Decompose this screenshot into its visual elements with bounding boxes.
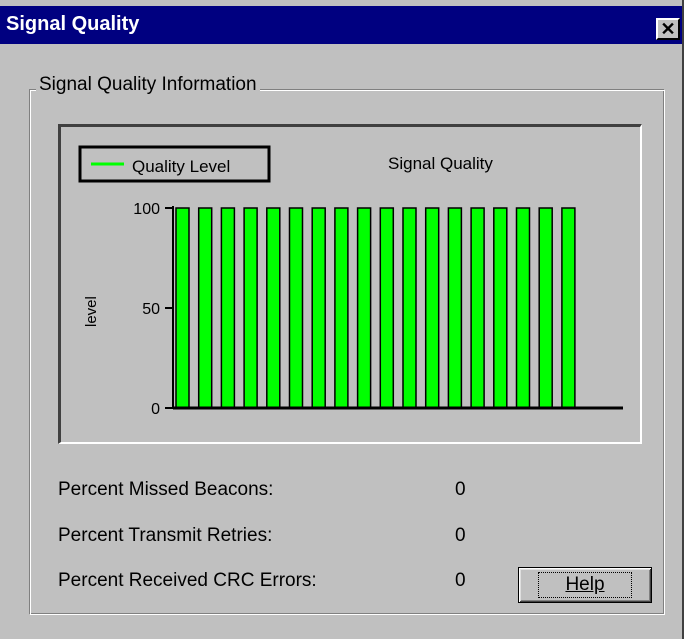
chart-marks: 100 50 0 [133,201,623,418]
bar [197,207,213,409]
y-tick-label: 50 [142,301,160,318]
signal-quality-chart: Quality Level Signal Quality level 100 50… [78,145,623,418]
transmit-retries-value: 0 [455,525,466,546]
group-label: Signal Quality Information [36,74,260,96]
y-tick-label: 0 [151,401,160,418]
bar [493,207,508,409]
chart-title: Signal Quality [388,154,493,173]
bar [266,207,281,409]
y-axis-label: level [83,296,100,327]
bar [402,207,417,409]
chart-frame: Quality Level Signal Quality level 100 50… [58,124,642,444]
bar [334,207,349,409]
bar [538,207,553,409]
bar [288,207,304,409]
signal-quality-dialog: Signal Quality ✕ Signal Quality Informat… [0,0,684,639]
window-title: Signal Quality [6,13,140,35]
missed-beacons-value: 0 [455,479,466,500]
legend-label: Quality Level [132,157,230,176]
bar [356,207,372,409]
bar [447,207,463,409]
missed-beacons-label: Percent Missed Beacons: [58,479,274,500]
crc-errors-value: 0 [455,570,466,591]
help-button[interactable]: Help [518,567,652,603]
bar [175,207,190,409]
y-tick-label: 100 [133,201,160,218]
crc-errors-label: Percent Received CRC Errors: [58,570,317,591]
bar [470,207,485,409]
bar [515,207,531,409]
bar [379,207,395,409]
bar [311,207,326,409]
bar [561,207,576,409]
bar [243,207,258,409]
bar [220,207,236,409]
close-icon: ✕ [660,19,676,39]
help-button-label: Help [538,572,632,598]
title-bar[interactable]: Signal Quality ✕ [0,6,682,44]
close-button[interactable]: ✕ [656,18,680,40]
bar [424,207,440,409]
transmit-retries-label: Percent Transmit Retries: [58,525,273,546]
